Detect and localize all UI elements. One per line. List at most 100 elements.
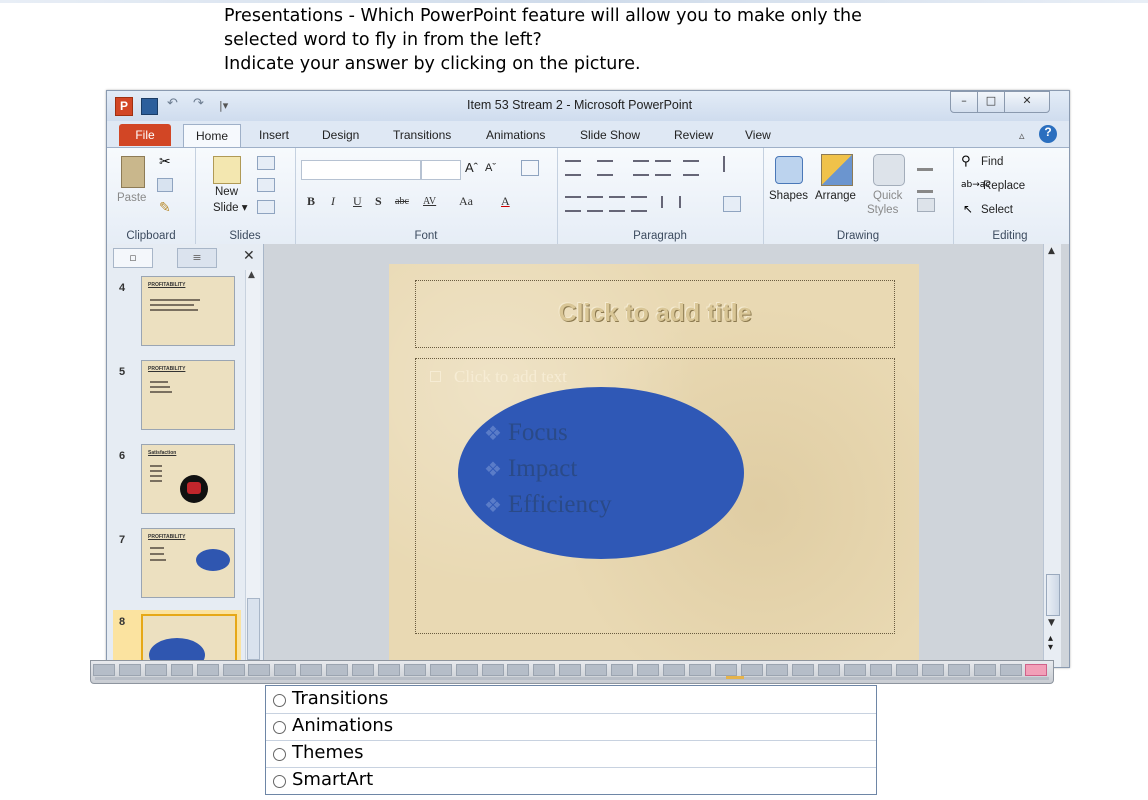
tab-home[interactable]: Home	[183, 124, 241, 147]
slide-thumbnail[interactable]: 6 Satisfaction	[113, 444, 241, 516]
strip-cell[interactable]	[144, 664, 167, 676]
strip-cell[interactable]	[93, 664, 115, 676]
scroll-down-icon[interactable]: ▼	[1048, 618, 1055, 628]
slide-thumbnail[interactable]: 7 PROFITABILITY	[113, 528, 241, 600]
strip-cell[interactable]	[895, 664, 918, 676]
strip-cell[interactable]	[585, 664, 608, 676]
slide-scroll-thumb[interactable]	[1046, 574, 1060, 616]
strip-cell[interactable]	[429, 664, 452, 676]
maximize-button[interactable]: □	[977, 91, 1005, 113]
content-placeholder[interactable]: Click to add text ❖ Focus ❖ Impact ❖ Effici…	[415, 358, 895, 634]
strip-cell[interactable]	[636, 664, 659, 676]
save-icon[interactable]	[141, 98, 158, 115]
strip-cell[interactable]	[947, 664, 970, 676]
bullet-efficiency[interactable]: ❖ Efficiency	[484, 491, 612, 519]
tab-outline-panel[interactable]: ≡	[177, 248, 217, 268]
strip-cell[interactable]	[352, 664, 374, 676]
strip-cell[interactable]	[559, 664, 582, 676]
strip-cell[interactable]	[999, 664, 1022, 676]
align-center-icon[interactable]	[587, 196, 603, 212]
bullets-icon[interactable]	[565, 160, 581, 176]
shadow-button[interactable]: S	[375, 194, 382, 209]
item-navigation-strip[interactable]	[90, 660, 1054, 684]
radio-button[interactable]	[273, 775, 286, 788]
strip-cell[interactable]	[455, 664, 478, 676]
find-button[interactable]: Find	[981, 156, 1003, 168]
strip-cell[interactable]	[1025, 664, 1048, 676]
tab-file[interactable]: File	[119, 124, 171, 146]
bullet-focus[interactable]: ❖ Focus	[484, 419, 568, 447]
shape-outline-icon[interactable]	[917, 176, 933, 193]
replace-button[interactable]: Replace	[983, 180, 1025, 192]
font-size-combo[interactable]	[421, 160, 461, 180]
shape-fill-icon[interactable]	[917, 154, 933, 171]
layout-icon[interactable]	[257, 156, 275, 170]
clear-formatting-icon[interactable]	[521, 160, 539, 176]
justify-icon[interactable]	[631, 196, 647, 212]
arrange-button[interactable]: Arrange	[815, 190, 856, 202]
prev-next-slide-icon[interactable]: ▴ ▾	[1048, 634, 1053, 653]
underline-button[interactable]: U	[353, 194, 362, 209]
redo-icon[interactable]: ↷	[193, 96, 204, 111]
undo-icon[interactable]: ↶	[167, 96, 178, 111]
tab-design[interactable]: Design	[322, 128, 359, 142]
numbering-icon[interactable]	[597, 160, 613, 176]
strip-cell[interactable]	[688, 664, 711, 676]
char-spacing-button[interactable]: AV	[423, 196, 436, 207]
strip-cell[interactable]	[248, 664, 271, 676]
strip-cell[interactable]	[403, 664, 426, 676]
strip-cell[interactable]	[118, 664, 141, 676]
align-left-icon[interactable]	[565, 196, 581, 212]
quick-styles-button-line2[interactable]: Styles	[867, 204, 898, 216]
strikethrough-button[interactable]: abc	[395, 196, 409, 207]
answer-option[interactable]: Transitions	[266, 686, 876, 714]
grow-font-button[interactable]: Aˆ	[465, 160, 478, 175]
format-painter-icon[interactable]: ✎	[159, 200, 171, 216]
arrange-icon[interactable]	[821, 154, 853, 186]
cut-icon[interactable]: ✂	[159, 154, 171, 170]
strip-cell[interactable]	[274, 664, 297, 676]
line-spacing-icon[interactable]	[683, 160, 699, 176]
tab-insert[interactable]: Insert	[259, 128, 289, 142]
strip-cell[interactable]	[844, 664, 867, 676]
new-slide-button[interactable]: New	[215, 186, 238, 198]
strip-cell[interactable]	[611, 664, 633, 676]
answer-option[interactable]: Themes	[266, 740, 876, 768]
customize-qat-icon[interactable]: |▾	[219, 99, 228, 112]
bold-button[interactable]: B	[307, 194, 315, 209]
new-slide-dropdown[interactable]: Slide ▾	[213, 200, 248, 214]
radio-button[interactable]	[273, 748, 286, 761]
strip-cell[interactable]	[740, 664, 763, 676]
help-icon[interactable]: ?	[1039, 125, 1057, 143]
powerpoint-window[interactable]: P ↶ ↷ |▾ Item 53 Stream 2 - Microsoft Po…	[106, 90, 1070, 668]
strip-cell[interactable]	[377, 664, 400, 676]
panel-scrollbar[interactable]: ▲	[245, 270, 260, 667]
font-name-combo[interactable]	[301, 160, 421, 180]
new-slide-icon[interactable]	[213, 156, 241, 184]
slide-thumbnail[interactable]: 4 PROFITABILITY	[113, 276, 241, 348]
title-placeholder[interactable]: Click to add title	[415, 280, 895, 348]
strip-cell[interactable]	[533, 664, 556, 676]
strip-cell[interactable]	[973, 664, 996, 676]
shrink-font-button[interactable]: Aˇ	[485, 162, 496, 174]
minimize-ribbon-icon[interactable]: ▵	[1019, 129, 1025, 142]
tab-transitions[interactable]: Transitions	[393, 128, 451, 142]
strip-cell[interactable]	[507, 664, 530, 676]
minimize-button[interactable]: –	[950, 91, 978, 113]
reset-icon[interactable]	[257, 178, 275, 192]
increase-indent-icon[interactable]	[655, 160, 671, 176]
strip-cell[interactable]	[818, 664, 841, 676]
align-right-icon[interactable]	[609, 196, 625, 212]
current-slide[interactable]: Click to add title Click to add text ❖ Fo…	[389, 264, 919, 667]
text-direction-icon[interactable]	[723, 156, 741, 172]
quick-styles-button-line1[interactable]: Quick	[873, 190, 902, 202]
smartart-convert-icon[interactable]	[723, 196, 741, 212]
panel-scroll-thumb[interactable]	[247, 598, 260, 660]
font-color-button[interactable]: A	[501, 194, 510, 209]
strip-cell[interactable]	[196, 664, 219, 676]
tab-review[interactable]: Review	[674, 128, 713, 142]
quick-styles-icon[interactable]	[873, 154, 905, 186]
radio-button[interactable]	[273, 694, 286, 707]
italic-button[interactable]: I	[331, 194, 335, 209]
close-panel-icon[interactable]: ✕	[243, 248, 255, 264]
